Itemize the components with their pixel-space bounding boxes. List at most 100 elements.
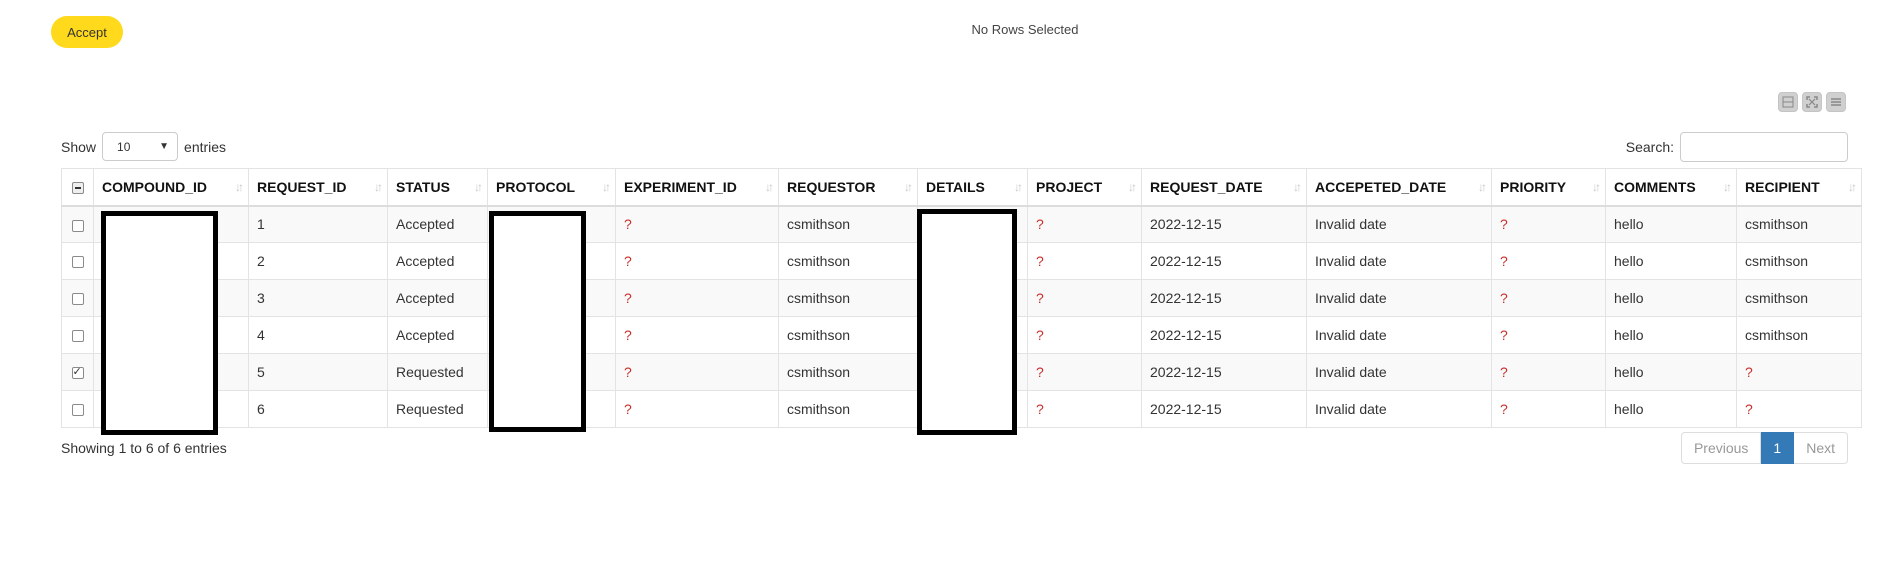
collapse-icon[interactable] xyxy=(1778,92,1798,112)
column-header[interactable]: REQUESTOR ↓↑ xyxy=(778,168,918,207)
page-length-select[interactable]: 10 ▼ xyxy=(102,132,179,161)
column-header[interactable]: PROJECT ↓↑ xyxy=(1027,168,1142,207)
table-header-row: COMPOUND_ID ↓↑ REQUEST_ID ↓↑ STATUS ↓↑ PROT… xyxy=(61,168,1862,207)
column-header[interactable]: PROTOCOL ↓↑ xyxy=(487,168,616,207)
table-cell: ? xyxy=(1491,242,1606,280)
show-label: Show xyxy=(61,138,97,155)
column-header[interactable]: STATUS ↓↑ xyxy=(387,168,488,207)
table-cell: ? xyxy=(615,205,779,243)
row-checkbox-cell[interactable] xyxy=(61,353,94,391)
table-cell: 2022-12-15 xyxy=(1141,205,1307,243)
table-cell: hello xyxy=(1605,316,1737,354)
table-cell: ? xyxy=(1027,316,1142,354)
table-cell: 2022-12-15 xyxy=(1141,353,1307,391)
table-cell: 6 xyxy=(248,390,388,428)
column-header[interactable]: RECIPIENT ↓↑ xyxy=(1736,168,1862,207)
table-cell: ? xyxy=(1027,242,1142,280)
sort-icon: ↓↑ xyxy=(1478,180,1487,194)
redaction-box-protocol xyxy=(489,211,586,432)
row-checkbox-cell[interactable] xyxy=(61,316,94,354)
table-cell: Accepted xyxy=(387,242,488,280)
table-cell: 2 xyxy=(248,242,388,280)
row-checkbox[interactable] xyxy=(71,256,84,269)
column-header[interactable]: DETAILS ↓↑ xyxy=(917,168,1028,207)
table-cell: ? xyxy=(1027,205,1142,243)
previous-page-button[interactable]: Previous xyxy=(1680,432,1762,464)
search-control: Search: xyxy=(1626,132,1848,162)
length-control: Show 10 ▼ entries xyxy=(61,132,226,161)
table-cell: 4 xyxy=(248,316,388,354)
sort-icon: ↓↑ xyxy=(374,180,383,194)
chevron-down-icon: ▼ xyxy=(159,141,170,152)
row-checkbox[interactable] xyxy=(71,330,84,343)
select-all-checkbox-cell[interactable] xyxy=(61,168,94,207)
row-checkbox[interactable] xyxy=(71,219,84,232)
table-cell: ? xyxy=(1491,353,1606,391)
sort-icon: ↓↑ xyxy=(765,180,774,194)
table-cell: Accepted xyxy=(387,279,488,317)
row-checkbox[interactable] xyxy=(71,365,84,380)
table-cell: 2022-12-15 xyxy=(1141,390,1307,428)
table-cell: Invalid date xyxy=(1306,279,1492,317)
column-header[interactable]: REQUEST_DATE ↓↑ xyxy=(1141,168,1307,207)
table-cell: Invalid date xyxy=(1306,316,1492,354)
column-header[interactable]: REQUEST_ID ↓↑ xyxy=(248,168,388,207)
table-cell: Invalid date xyxy=(1306,205,1492,243)
search-label: Search: xyxy=(1625,139,1674,155)
sort-icon: ↓↑ xyxy=(904,180,913,194)
column-header[interactable]: COMMENTS ↓↑ xyxy=(1605,168,1737,207)
column-header[interactable]: EXPERIMENT_ID ↓↑ xyxy=(615,168,779,207)
sort-icon: ↓↑ xyxy=(602,180,611,194)
redaction-box-compound xyxy=(101,211,218,435)
list-icon[interactable] xyxy=(1826,92,1846,112)
table-cell: csmithson xyxy=(1736,242,1862,280)
table-cell: Invalid date xyxy=(1306,390,1492,428)
table-cell: ? xyxy=(1027,390,1142,428)
table-cell: hello xyxy=(1605,279,1737,317)
table-cell: hello xyxy=(1605,242,1737,280)
row-checkbox-cell[interactable] xyxy=(61,390,94,428)
page-1-button[interactable]: 1 xyxy=(1761,432,1795,464)
table-cell: ? xyxy=(615,316,779,354)
table-cell: 1 xyxy=(248,205,388,243)
table-cell: ? xyxy=(615,242,779,280)
table-cell: 2022-12-15 xyxy=(1141,279,1307,317)
table-info: Showing 1 to 6 of 6 entries xyxy=(61,440,227,456)
table-cell: 2022-12-15 xyxy=(1141,242,1307,280)
row-checkbox-cell[interactable] xyxy=(61,205,94,243)
table-cell: csmithson xyxy=(778,242,918,280)
column-header[interactable]: PRIORITY ↓↑ xyxy=(1491,168,1606,207)
table-cell: csmithson xyxy=(778,316,918,354)
table-cell: 5 xyxy=(248,353,388,391)
table-cell: ? xyxy=(1027,279,1142,317)
search-input[interactable] xyxy=(1680,132,1848,162)
selection-status: No Rows Selected xyxy=(971,22,1079,37)
row-checkbox-cell[interactable] xyxy=(61,242,94,280)
table-cell: Invalid date xyxy=(1306,353,1492,391)
table-cell: csmithson xyxy=(778,353,918,391)
row-checkbox-cell[interactable] xyxy=(61,279,94,317)
next-page-button[interactable]: Next xyxy=(1794,432,1848,464)
sort-icon: ↓↑ xyxy=(1293,180,1302,194)
entries-label: entries xyxy=(184,138,227,155)
row-checkbox[interactable] xyxy=(71,293,84,306)
sort-icon: ↓↑ xyxy=(1592,180,1601,194)
table-cell: csmithson xyxy=(778,390,918,428)
select-all-checkbox[interactable] xyxy=(71,182,84,195)
table-cell: ? xyxy=(615,353,779,391)
sort-icon: ↓↑ xyxy=(1128,180,1137,194)
table-cell: ? xyxy=(1736,390,1862,428)
column-header[interactable]: COMPOUND_ID ↓↑ xyxy=(93,168,249,207)
fullscreen-icon[interactable] xyxy=(1802,92,1822,112)
table-cell: Invalid date xyxy=(1306,242,1492,280)
table-cell: 2022-12-15 xyxy=(1141,316,1307,354)
column-header[interactable]: ACCEPETED_DATE ↓↑ xyxy=(1306,168,1492,207)
table-cell: Requested xyxy=(387,353,488,391)
table-cell: Accepted xyxy=(387,316,488,354)
table-cell: ? xyxy=(1491,390,1606,428)
table-cell: ? xyxy=(1736,353,1862,391)
row-checkbox[interactable] xyxy=(71,404,84,417)
table-cell: ? xyxy=(1027,353,1142,391)
table-cell: csmithson xyxy=(778,279,918,317)
sort-icon: ↓↑ xyxy=(1723,180,1732,194)
